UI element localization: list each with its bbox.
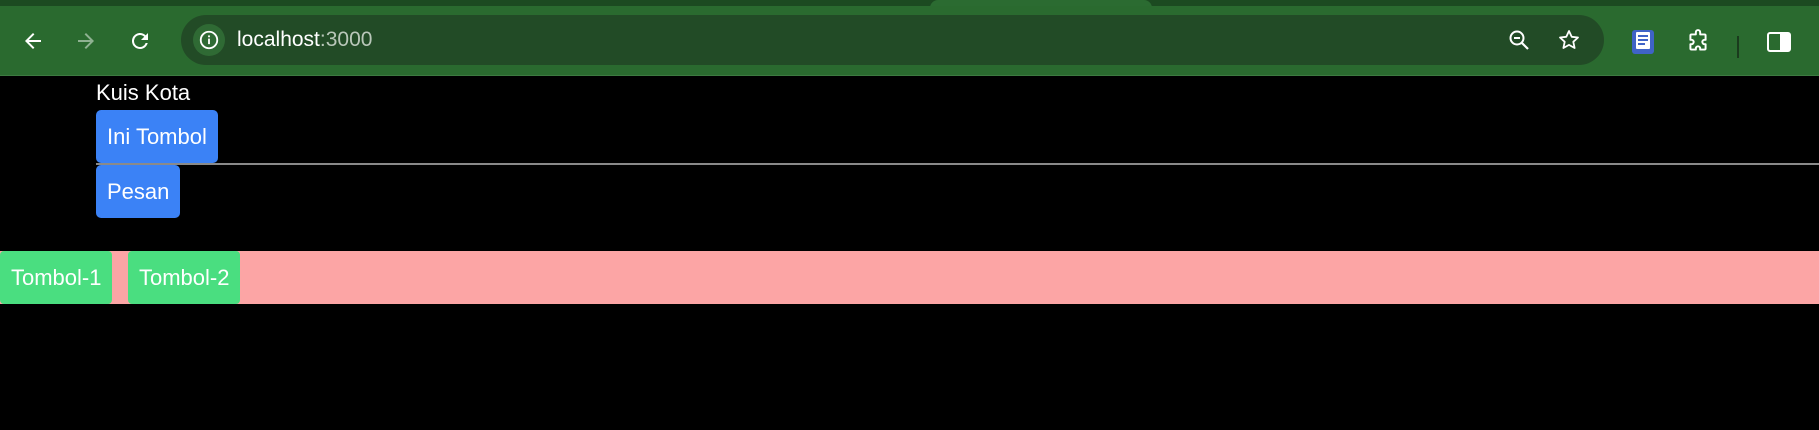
pesan-button[interactable]: Pesan [96, 165, 181, 218]
bookmark-button[interactable] [1555, 26, 1583, 54]
zoom-out-icon [1509, 30, 1529, 50]
tombol-1-button[interactable]: Tombol-1 [0, 251, 113, 304]
url-host: localhost [237, 28, 320, 51]
browser-window-chrome: localhost:3000 [0, 0, 1819, 76]
puzzle-icon [1689, 29, 1707, 51]
ini-tombol-button[interactable]: Ini Tombol [96, 110, 218, 163]
extensions-button[interactable] [1684, 28, 1712, 56]
arrow-right-icon [78, 33, 94, 49]
side-panel-icon [1767, 32, 1791, 52]
back-button[interactable] [18, 26, 48, 56]
url-text[interactable]: localhost:3000 [237, 28, 372, 52]
tombol-2-button[interactable]: Tombol-2 [128, 251, 241, 304]
forward-button[interactable] [71, 26, 101, 56]
page-content: Kuis Kota Ini Tombol Pesan Tombol-1 Tomb… [0, 76, 1819, 430]
book-extension-button[interactable] [1629, 28, 1657, 56]
page-title: Kuis Kota [96, 80, 191, 105]
zoom-button[interactable] [1505, 26, 1533, 54]
reload-button[interactable] [125, 26, 155, 56]
address-bar[interactable]: localhost:3000 [181, 15, 1604, 65]
site-info-button[interactable] [193, 24, 225, 56]
book-extension-icon [1632, 30, 1654, 54]
browser-toolbar: localhost:3000 [0, 6, 1819, 76]
star-icon [1559, 30, 1579, 49]
toolbar-divider [1737, 36, 1739, 58]
reload-icon [131, 32, 148, 49]
arrow-left-icon [25, 33, 41, 49]
side-panel-button[interactable] [1765, 28, 1793, 56]
horizontal-divider [96, 163, 1819, 165]
info-icon [199, 30, 219, 50]
url-port: :3000 [319, 28, 373, 51]
button-bar: Tombol-1 Tombol-2 [0, 251, 1819, 304]
